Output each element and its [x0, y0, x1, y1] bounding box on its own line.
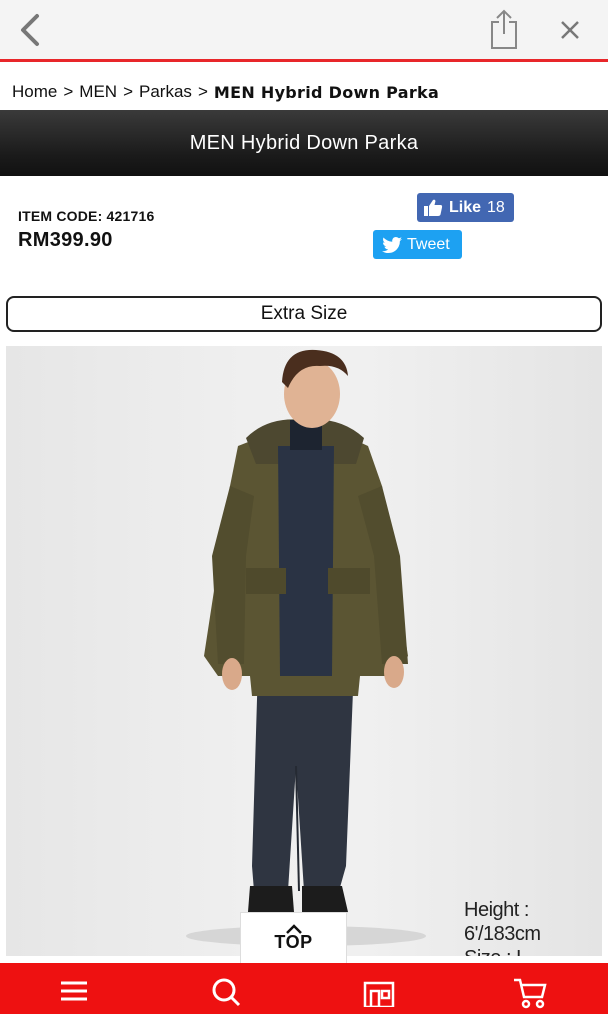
- extra-size-button[interactable]: Extra Size: [6, 296, 602, 332]
- model-size: Size : L: [464, 946, 602, 956]
- nav-store-button[interactable]: [354, 977, 404, 1014]
- menu-icon: [61, 981, 87, 1001]
- tweet-label: Tweet: [407, 235, 450, 253]
- like-count: 18: [487, 198, 505, 216]
- tweet-button[interactable]: Tweet: [373, 230, 462, 259]
- breadcrumb-home[interactable]: Home: [12, 82, 57, 102]
- share-icon: [491, 9, 517, 49]
- breadcrumb-separator: >: [63, 82, 74, 101]
- breadcrumb-separator: >: [123, 82, 134, 101]
- nav-menu-button[interactable]: [49, 977, 99, 1014]
- product-title-bar: MEN Hybrid Down Parka: [0, 110, 608, 176]
- model-height: Height : 6'/183cm: [464, 899, 541, 945]
- model-caption: Height : 6'/183cm Size : L: [464, 898, 602, 956]
- thumbs-up-icon: [424, 199, 443, 216]
- nav-cart-button[interactable]: [505, 977, 555, 1014]
- bottom-navigation: [0, 963, 608, 1014]
- facebook-like-button[interactable]: Like 18: [417, 193, 514, 222]
- back-to-top-button[interactable]: TOP: [240, 912, 347, 964]
- breadcrumb-separator: >: [197, 82, 208, 101]
- model-illustration: [186, 349, 426, 946]
- breadcrumb-current: MEN Hybrid Down Parka: [213, 82, 440, 102]
- nav-search-button[interactable]: [201, 977, 251, 1014]
- item-code: ITEM CODE: 421716: [18, 208, 155, 224]
- product-image[interactable]: Height : 6'/183cm Size : L: [6, 346, 602, 956]
- search-icon: [212, 978, 241, 1007]
- close-icon: [561, 21, 579, 39]
- breadcrumb-parkas[interactable]: Parkas: [139, 82, 192, 102]
- cart-icon: [514, 978, 547, 1009]
- twitter-bird-icon: [382, 236, 402, 253]
- like-label: Like: [449, 198, 482, 216]
- breadcrumb: Home > MEN > Parkas > MEN Hybrid Down Pa…: [12, 80, 439, 104]
- top-app-bar: [0, 0, 608, 62]
- close-button[interactable]: [550, 10, 590, 50]
- back-button[interactable]: [10, 10, 50, 50]
- chevron-left-icon: [21, 14, 39, 46]
- share-button[interactable]: [484, 6, 524, 52]
- page-title: MEN Hybrid Down Parka: [189, 131, 419, 154]
- product-price: RM399.90: [18, 229, 113, 251]
- store-icon: [363, 981, 395, 1007]
- top-label: TOP: [274, 932, 313, 952]
- breadcrumb-men[interactable]: MEN: [79, 82, 117, 102]
